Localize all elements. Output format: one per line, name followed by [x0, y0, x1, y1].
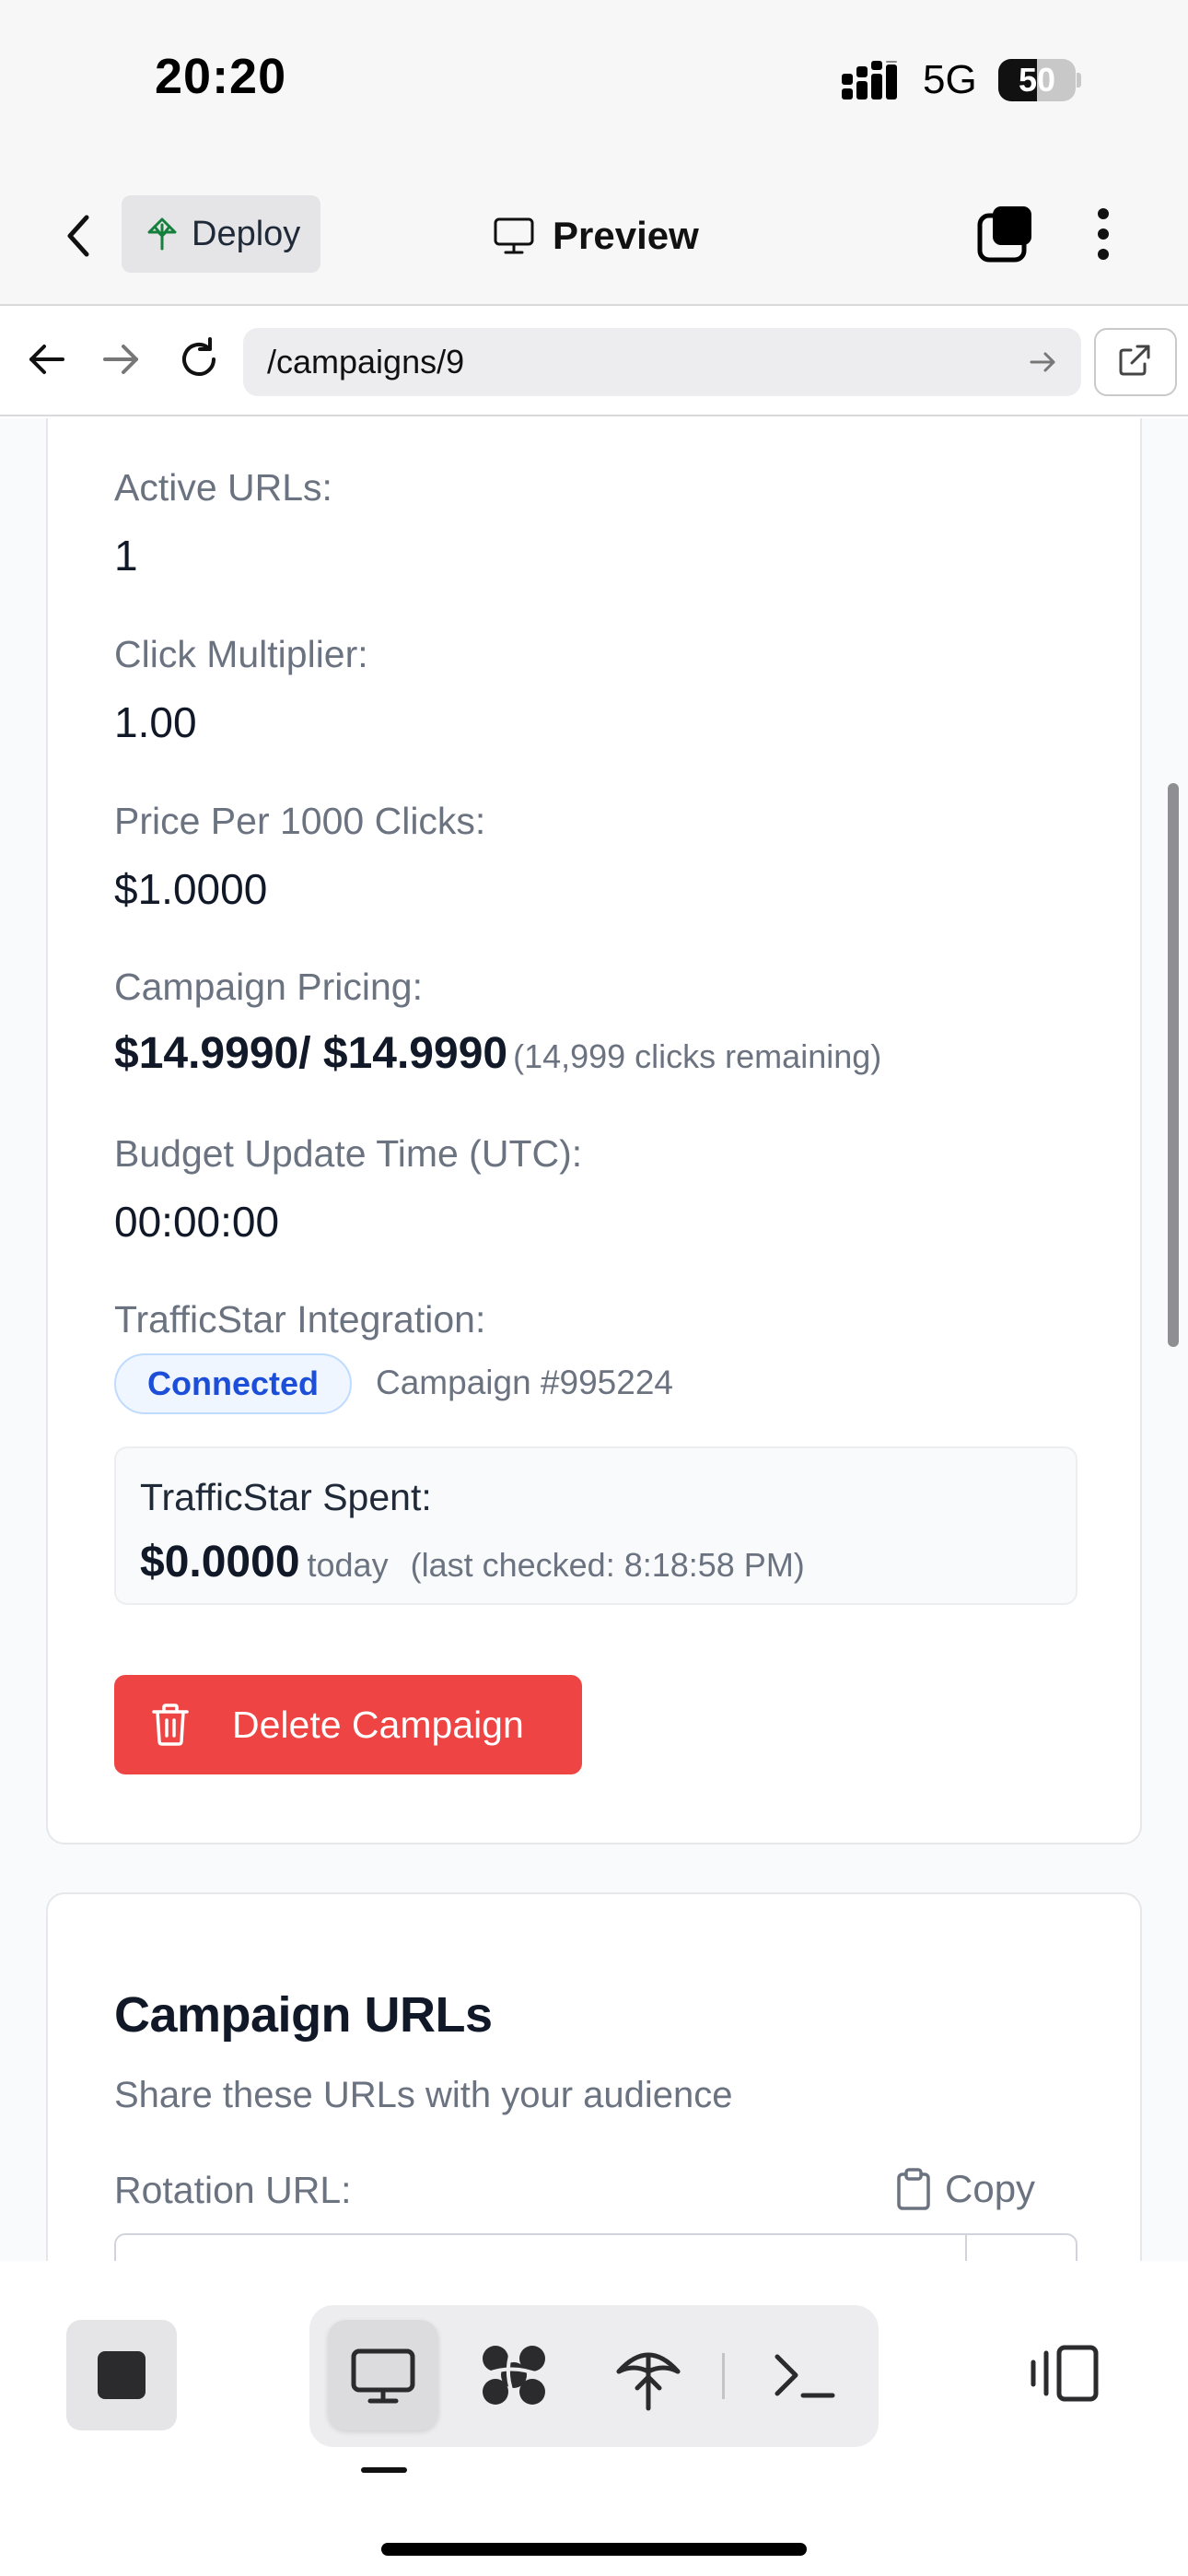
reload-icon	[182, 337, 215, 376]
battery-label: 50	[1018, 61, 1056, 99]
spent-title: TrafficStar Spent:	[140, 1476, 432, 1518]
price-label: Price Per 1000 Clicks:	[114, 800, 486, 842]
delete-campaign-label: Delete Campaign	[232, 1703, 524, 1746]
preview-tab[interactable]: Preview	[492, 208, 699, 263]
url-text: /campaigns/9	[267, 343, 465, 381]
tool-switcher	[309, 2305, 879, 2447]
deploy-button[interactable]: Deploy	[122, 195, 320, 273]
status-time: 20:20	[155, 49, 287, 104]
monitor-icon	[351, 2348, 415, 2404]
toolbar-divider	[722, 2353, 725, 2399]
page-content: Active URLs: 1 Click Multiplier: 1.00 Pr…	[0, 418, 1188, 2261]
trafficstar-spent-box: TrafficStar Spent: $0.0000 today (last che…	[114, 1446, 1077, 1605]
preview-label: Preview	[553, 214, 699, 257]
arrow-left-icon	[29, 345, 64, 374]
trafficstar-label: TrafficStar Integration:	[114, 1298, 486, 1341]
active-urls-value: 1	[114, 532, 138, 580]
arrow-right-icon	[103, 345, 138, 374]
panel-toggle-button[interactable]	[1028, 2340, 1101, 2406]
panel-toggle-icon	[1031, 2345, 1099, 2402]
battery-icon: 50	[998, 59, 1081, 101]
section-title: Campaign URLs	[114, 1987, 493, 2043]
spent-line: $0.0000 today (last checked: 8:18:58 PM)	[140, 1537, 805, 1587]
campaign-details-card: Active URLs: 1 Click Multiplier: 1.00 Pr…	[46, 418, 1142, 1844]
deploy-tree-icon	[147, 217, 177, 251]
last-checked-time: (last checked: 8:18:58 PM)	[410, 1546, 805, 1584]
url-input[interactable]: /campaigns/9	[243, 328, 1081, 396]
more-options-button[interactable]	[1085, 203, 1122, 265]
tool-workflows-button[interactable]	[475, 2336, 553, 2414]
status-badge: Connected	[114, 1353, 353, 1414]
network-type: 5G	[923, 57, 977, 102]
open-external-button[interactable]	[1094, 328, 1177, 396]
rotation-url-action[interactable]	[965, 2233, 1077, 2261]
more-vertical-icon	[1098, 208, 1109, 260]
stop-button[interactable]	[66, 2320, 177, 2430]
deploy-label: Deploy	[192, 214, 301, 253]
click-multiplier-value: 1.00	[114, 698, 197, 746]
section-subtitle: Share these URLs with your audience	[114, 2075, 733, 2115]
spent-period: today	[307, 1546, 389, 1584]
reload-button[interactable]	[173, 334, 225, 385]
price-value: $1.0000	[114, 865, 268, 913]
campaign-urls-card: Campaign URLs Share these URLs with your…	[46, 1892, 1142, 2261]
campaign-pricing-label: Campaign Pricing:	[114, 966, 423, 1008]
budget-time-label: Budget Update Time (UTC):	[114, 1132, 583, 1175]
stop-icon	[98, 2351, 146, 2399]
terminal-icon	[775, 2354, 835, 2398]
tool-preview-button[interactable]	[328, 2320, 438, 2430]
active-tool-indicator	[361, 2467, 407, 2473]
monitor-icon	[494, 217, 534, 254]
rotation-url-label: Rotation URL:	[114, 2169, 352, 2211]
trafficstar-campaign-id: Campaign #995224	[376, 1364, 673, 1401]
chevron-left-icon	[67, 215, 89, 257]
delete-campaign-button[interactable]: Delete Campaign	[114, 1675, 582, 1774]
clipboard-icon	[897, 2168, 930, 2210]
cellular-signal-icon	[840, 61, 906, 101]
tabs-icon	[977, 206, 1031, 263]
status-bar: 20:20 5G 50	[0, 0, 1188, 166]
app-header: Deploy Preview	[0, 166, 1188, 306]
external-link-icon	[1119, 345, 1150, 376]
trash-icon	[152, 1704, 189, 1746]
bottom-toolbar	[0, 2261, 1188, 2576]
url-bar: /campaigns/9	[0, 306, 1188, 416]
nav-back-button[interactable]	[20, 334, 72, 385]
budget-time-value: 00:00:00	[114, 1198, 280, 1246]
clicks-remaining-note: (14,999 clicks remaining)	[513, 1037, 882, 1075]
copy-button[interactable]: Copy	[895, 2160, 1035, 2219]
back-button[interactable]	[55, 206, 103, 265]
arrow-right-small-icon[interactable]	[1024, 344, 1061, 381]
active-urls-label: Active URLs:	[114, 466, 332, 509]
click-multiplier-label: Click Multiplier:	[114, 633, 368, 675]
scrollbar[interactable]	[1168, 783, 1179, 1347]
home-indicator[interactable]	[381, 2543, 807, 2556]
deploy-icon	[616, 2352, 681, 2411]
spent-amount: $0.0000	[140, 1538, 300, 1587]
tabs-button[interactable]	[974, 203, 1037, 265]
campaign-pricing-value: $14.9990/ $14.9990	[114, 1029, 508, 1078]
nav-forward-button[interactable]	[96, 334, 147, 385]
campaign-pricing-line: $14.9990/ $14.9990 (14,999 clicks remaini…	[114, 1028, 881, 1079]
tool-shell-button[interactable]	[766, 2336, 844, 2414]
knot-icon	[483, 2346, 545, 2405]
rotation-url-field[interactable]	[114, 2233, 967, 2261]
copy-label: Copy	[945, 2167, 1036, 2210]
tool-deploy-button[interactable]	[610, 2336, 687, 2414]
app-screen: 20:20 5G 50 Deploy Preview /campaigns/9 …	[0, 0, 1188, 2576]
